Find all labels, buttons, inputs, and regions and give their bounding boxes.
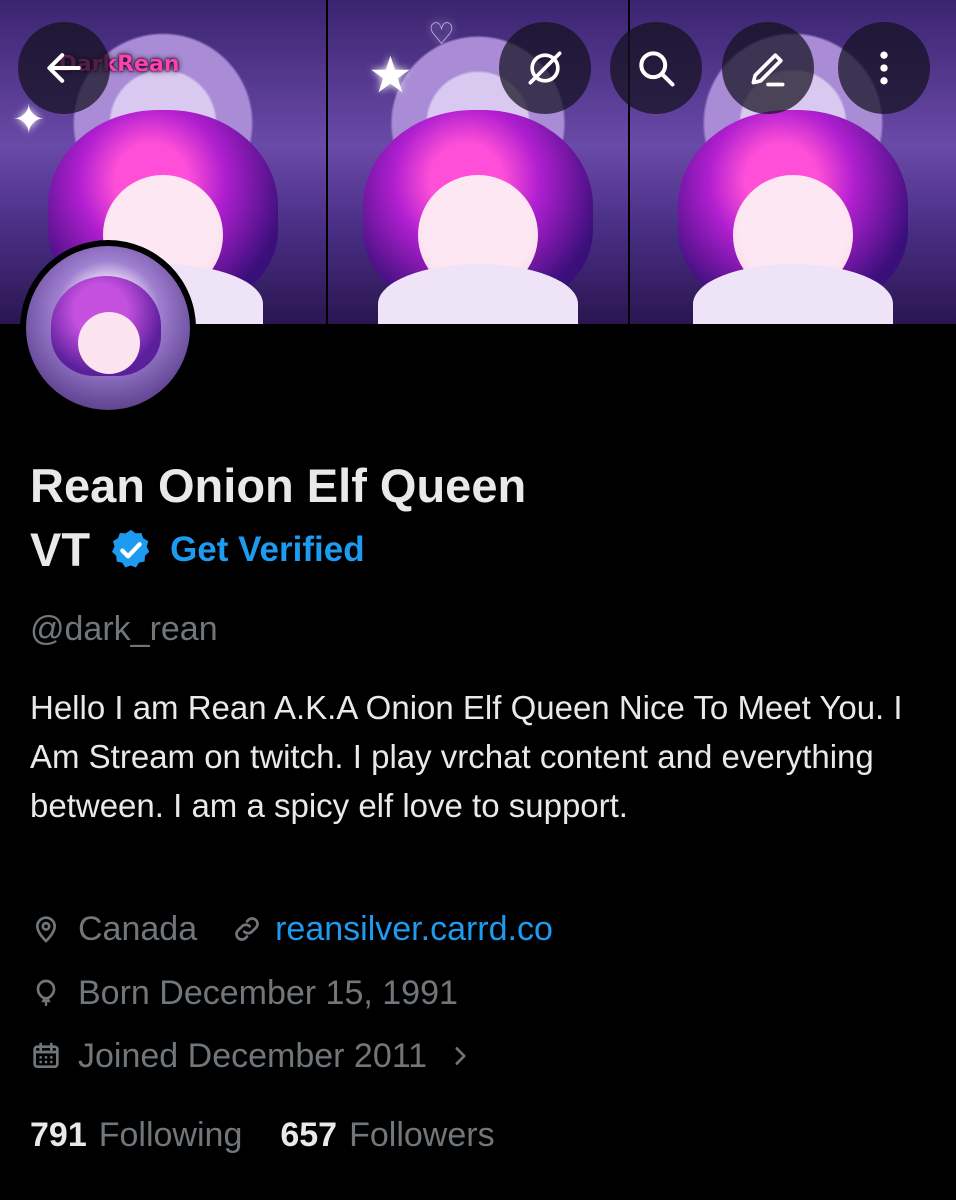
arrow-left-icon: [47, 53, 81, 83]
no-ads-icon: [528, 51, 562, 85]
calendar-icon: [33, 1042, 59, 1068]
verified-badge-icon: [112, 529, 150, 568]
followers-label: Followers: [349, 1115, 495, 1154]
no-ads-button[interactable]: [499, 22, 591, 114]
follow-stats: 791 Following 657 Followers: [30, 1110, 495, 1160]
avatar[interactable]: [20, 240, 196, 416]
following-stat[interactable]: 791 Following: [30, 1116, 242, 1155]
joined-text: Joined December 2011: [78, 1036, 428, 1075]
location-text: Canada: [78, 909, 198, 948]
username-handle: @dark_rean: [30, 610, 218, 648]
more-vertical-icon: [880, 51, 888, 85]
profile-meta-joined-row[interactable]: Joined December 2011: [30, 1033, 473, 1079]
star-icon: ★: [368, 47, 413, 103]
location-pin-icon: [35, 916, 57, 943]
profile-meta-location-row: Canada reansilver.carrd.co: [30, 906, 553, 952]
following-count: 791: [30, 1115, 87, 1154]
birthday-text: Born December 15, 1991: [78, 973, 458, 1012]
profile-page: ✦ ★ ♡ DarkRean Rean Onion Elf Queen VT G…: [0, 0, 956, 1200]
edit-button[interactable]: [722, 22, 814, 114]
more-button[interactable]: [838, 22, 930, 114]
balloon-icon: [36, 979, 56, 1007]
avatar-image: [26, 246, 190, 410]
chevron-right-icon: [455, 1047, 466, 1065]
link-icon: [235, 917, 259, 941]
pencil-icon: [751, 53, 785, 87]
back-button[interactable]: [18, 22, 110, 114]
display-name-line1: Rean Onion Elf Queen: [30, 459, 527, 512]
website-link[interactable]: reansilver.carrd.co: [275, 910, 553, 949]
display-name: Rean Onion Elf Queen VT Get Verified: [30, 454, 930, 582]
display-name-line2: VT: [30, 523, 91, 576]
search-icon: [639, 51, 675, 87]
following-label: Following: [98, 1115, 243, 1154]
heart-icon: ♡: [428, 18, 455, 51]
followers-count: 657: [280, 1115, 338, 1154]
profile-bio: Hello I am Rean A.K.A Onion Elf Queen Ni…: [30, 689, 903, 824]
profile-meta-birthday-row: Born December 15, 1991: [30, 970, 458, 1016]
followers-stat[interactable]: 657 Followers: [280, 1116, 494, 1155]
search-button[interactable]: [610, 22, 702, 114]
get-verified-link[interactable]: Get Verified: [170, 518, 365, 582]
